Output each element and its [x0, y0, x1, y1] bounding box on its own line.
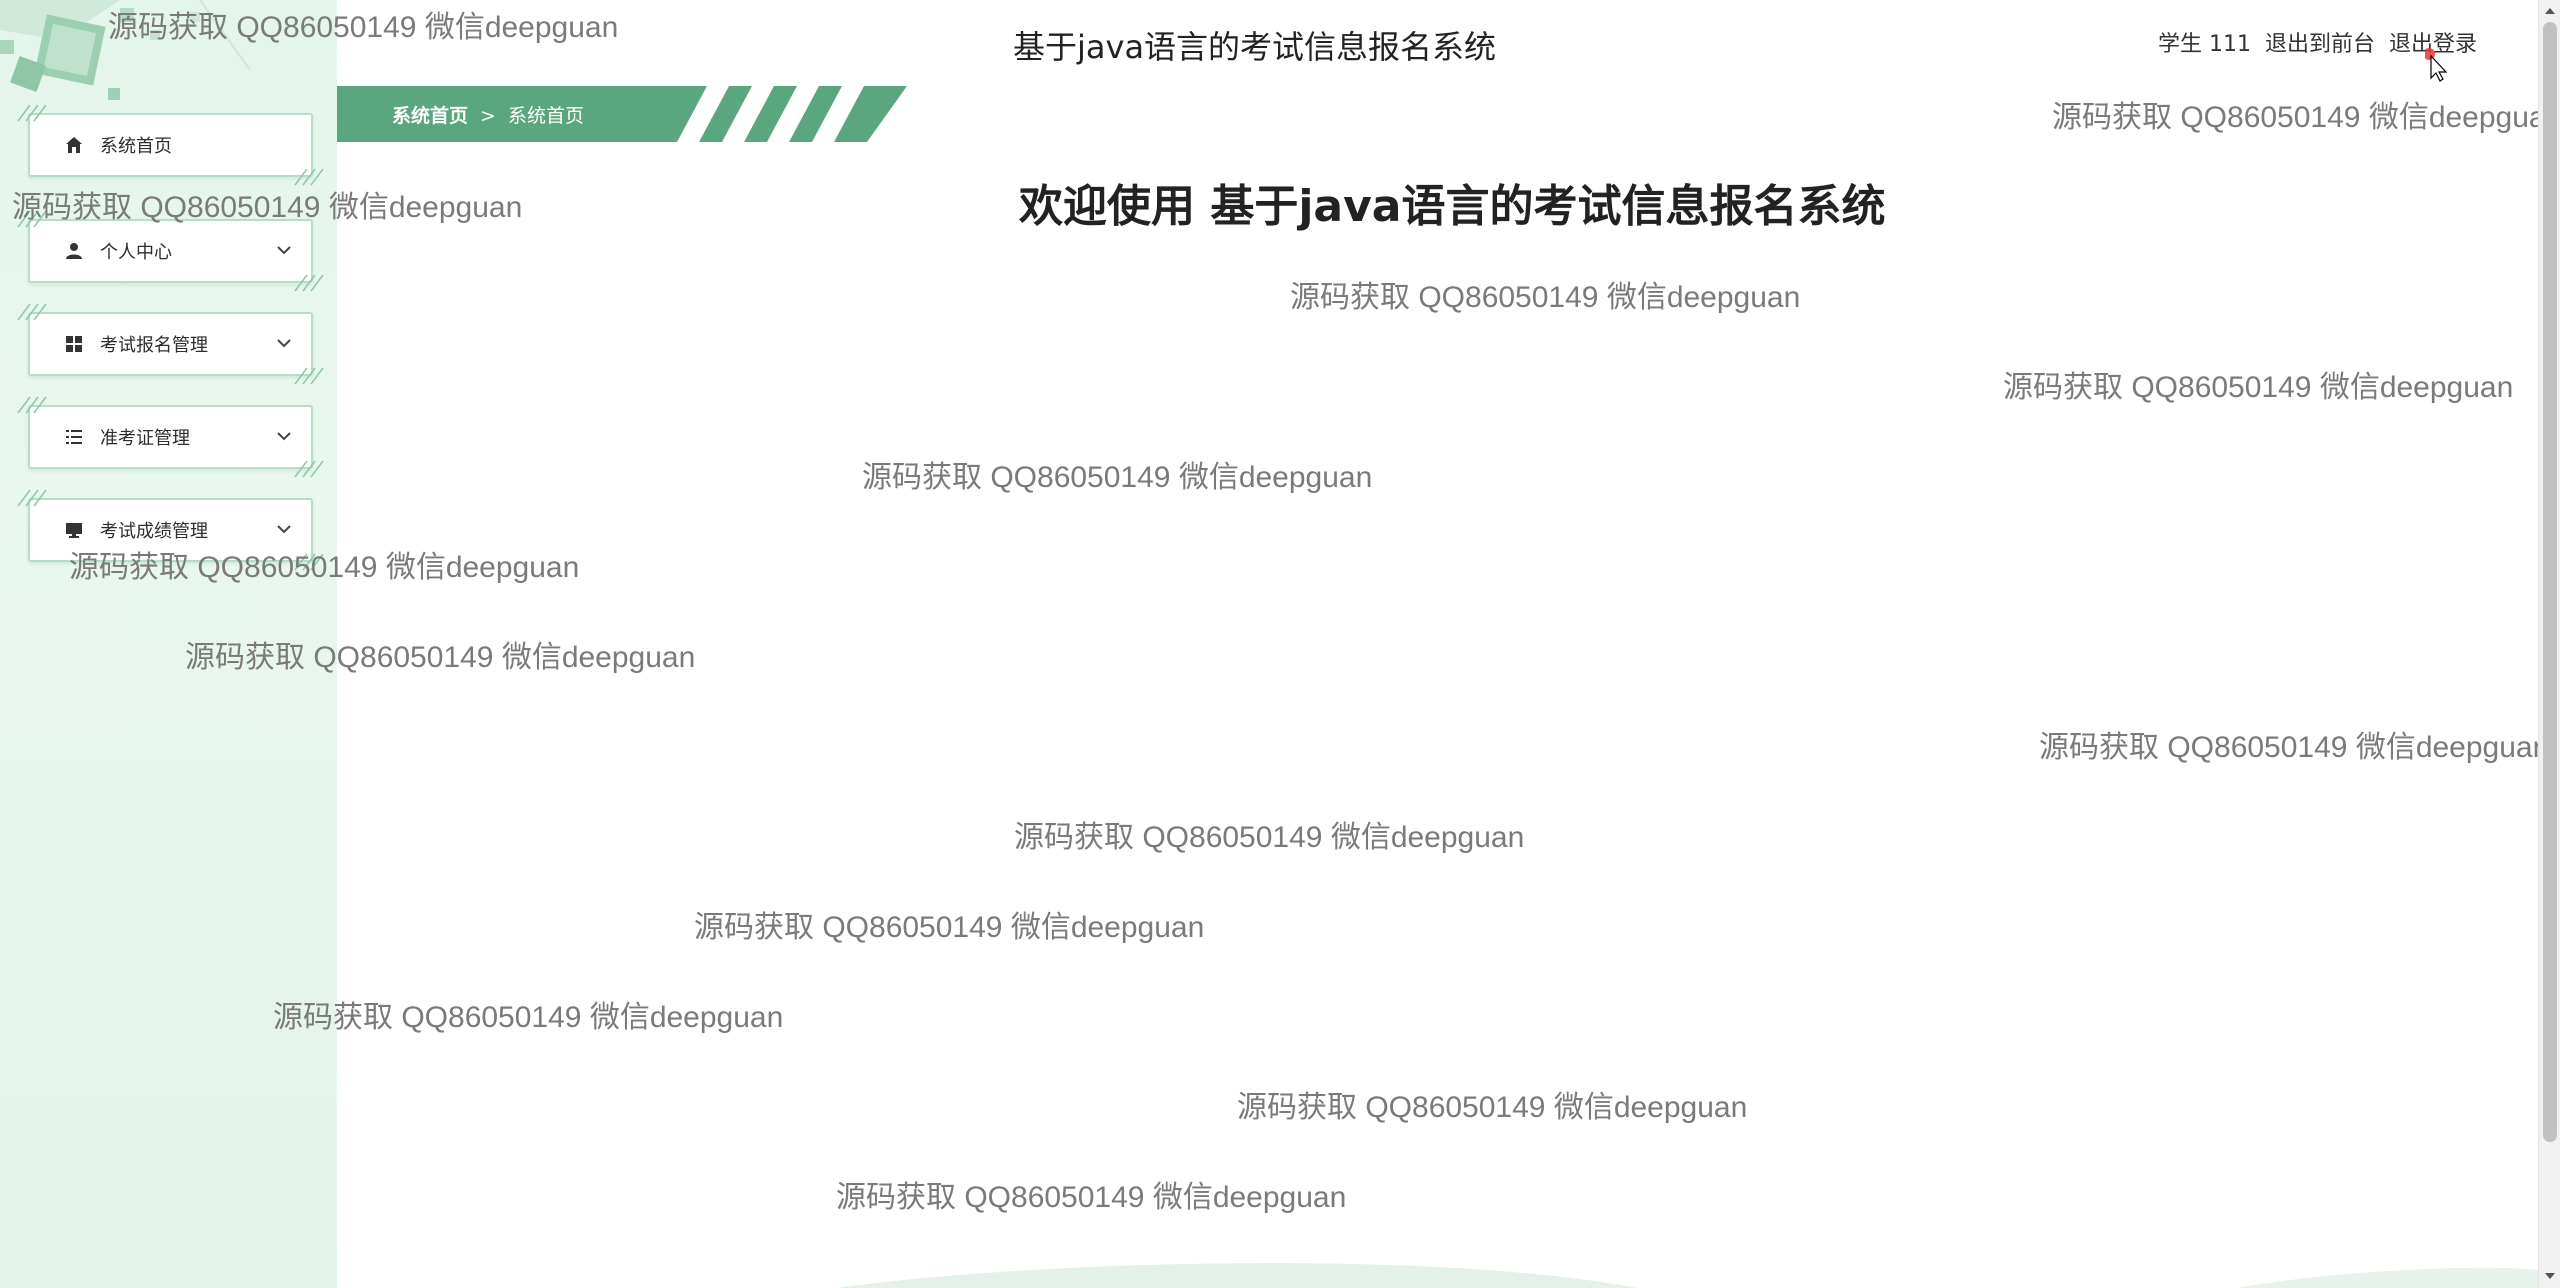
bottom-wave-decoration: [837, 1263, 2538, 1288]
watermark: 源码获取 QQ86050149 微信deepguan: [2003, 371, 2514, 404]
breadcrumb-separator: >: [480, 105, 496, 127]
sidebar-item-home[interactable]: 系统首页: [17, 104, 324, 186]
watermark: 源码获取 QQ86050149 微信deepguan: [2039, 731, 2550, 764]
scroll-down-arrow-icon[interactable]: [2544, 1270, 2556, 1282]
hatch-decoration: [294, 274, 324, 292]
sidebar-item-label: 考试报名管理: [100, 335, 208, 356]
sidebar-item-label: 考试成绩管理: [100, 521, 208, 542]
sidebar-item-admission-ticket[interactable]: 准考证管理: [17, 396, 324, 478]
welcome-heading: 欢迎使用 基于java语言的考试信息报名系统: [1019, 181, 1886, 232]
vertical-scrollbar[interactable]: [2538, 0, 2560, 1288]
hatch-decoration: [17, 396, 47, 414]
app-title: 基于java语言的考试信息报名系统: [1013, 28, 1497, 66]
watermark: 源码获取 QQ86050149 微信deepguan: [1014, 821, 1525, 854]
hatch-decoration: [294, 460, 324, 478]
sidebar-item-label: 个人中心: [100, 242, 172, 263]
sidebar-item-label: 准考证管理: [100, 428, 190, 449]
watermark: 源码获取 QQ86050149 微信deepgua: [2052, 101, 2546, 134]
hatch-decoration: [17, 104, 47, 122]
hatch-decoration: [294, 367, 324, 385]
scroll-up-arrow-icon[interactable]: [2544, 5, 2556, 17]
list-icon: [64, 427, 84, 447]
monitor-icon: [64, 520, 84, 540]
chevron-down-icon: [277, 246, 291, 255]
watermark: 源码获取 QQ86050149 微信deepguan: [1237, 1091, 1748, 1124]
breadcrumb-home[interactable]: 系统首页: [392, 105, 468, 127]
sidebar-item-exam-registration[interactable]: 考试报名管理: [17, 303, 324, 385]
watermark: 源码获取 QQ86050149 微信deepguan: [1290, 281, 1801, 314]
hatch-decoration: [17, 489, 47, 507]
watermark: 源码获取 QQ86050149 微信deepguan: [12, 191, 523, 224]
back-to-front-link[interactable]: 退出到前台: [2265, 26, 2375, 58]
sidebar-item-personal-center[interactable]: 个人中心: [17, 210, 324, 292]
watermark: 源码获取 QQ86050149 微信deepguan: [69, 551, 580, 584]
watermark: 源码获取 QQ86050149 微信deepguan: [836, 1181, 1347, 1214]
chevron-down-icon: [277, 339, 291, 348]
mouse-cursor-icon: [2425, 48, 2448, 82]
watermark: 源码获取 QQ86050149 微信deepguan: [108, 11, 619, 44]
hatch-decoration: [17, 303, 47, 321]
breadcrumb: 系统首页 > 系统首页: [392, 101, 584, 128]
sidebar-item-label: 系统首页: [100, 136, 172, 157]
scrollbar-thumb[interactable]: [2543, 22, 2557, 1142]
home-icon: [64, 135, 84, 155]
watermark: 源码获取 QQ86050149 微信deepguan: [273, 1001, 784, 1034]
chevron-down-icon: [277, 525, 291, 534]
grid-icon: [64, 334, 84, 354]
breadcrumb-current: 系统首页: [507, 105, 584, 127]
watermark: 源码获取 QQ86050149 微信deepguan: [862, 461, 1373, 494]
user-icon: [64, 241, 84, 261]
watermark: 源码获取 QQ86050149 微信deepguan: [694, 911, 1205, 944]
user-label: 学生 111: [2157, 32, 2251, 57]
chevron-down-icon: [277, 432, 291, 441]
watermark: 源码获取 QQ86050149 微信deepguan: [185, 641, 696, 674]
